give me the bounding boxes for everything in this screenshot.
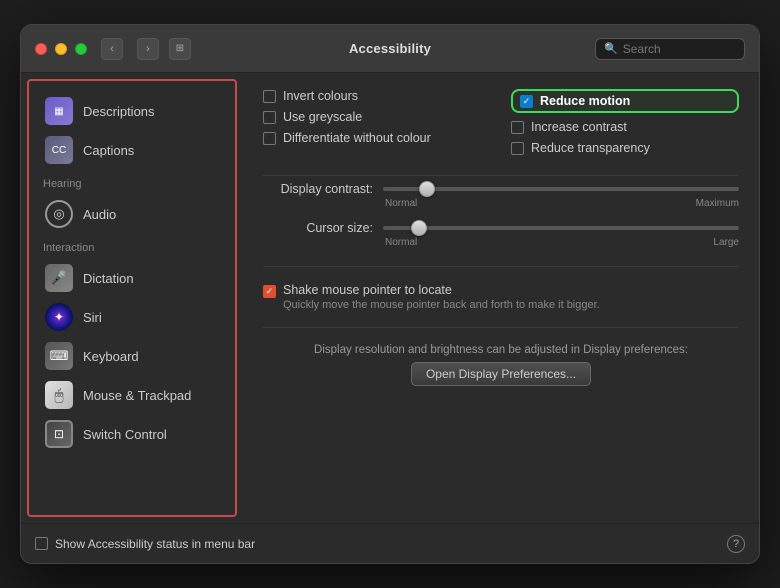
cursor-size-thumb[interactable] — [411, 220, 427, 236]
search-icon: 🔍 — [604, 42, 618, 55]
cursor-size-min: Normal — [385, 237, 417, 248]
sidebar-item-label-audio: Audio — [83, 207, 116, 222]
cursor-size-track — [383, 226, 739, 230]
section-interaction-header: Interaction — [29, 234, 235, 258]
invert-colours-checkbox[interactable] — [263, 90, 276, 103]
increase-contrast-row: Increase contrast — [511, 120, 739, 134]
forward-button[interactable]: › — [137, 38, 159, 60]
sidebar: ▦ Descriptions CC Captions Hearing ◎ Aud… — [27, 79, 237, 517]
invert-colours-row: Invert colours — [263, 89, 491, 103]
use-greyscale-row: Use greyscale — [263, 110, 491, 124]
sidebar-item-siri[interactable]: ✦ Siri — [35, 298, 229, 336]
increase-contrast-label: Increase contrast — [531, 120, 627, 134]
shake-title: Shake mouse pointer to locate — [283, 283, 600, 297]
cursor-size-row: Cursor size: — [263, 221, 739, 235]
minimize-button[interactable] — [55, 43, 67, 55]
cursor-size-section: Cursor size: Normal Large — [263, 221, 739, 248]
reduce-transparency-checkbox[interactable] — [511, 142, 524, 155]
differentiate-without-colour-row: Differentiate without colour — [263, 131, 491, 145]
reduce-motion-row: ✓ Reduce motion — [511, 89, 739, 113]
shake-subtitle: Quickly move the mouse pointer back and … — [283, 299, 600, 311]
sidebar-item-audio[interactable]: ◎ Audio — [35, 195, 229, 233]
back-button[interactable]: ‹ — [101, 38, 123, 60]
use-greyscale-checkbox[interactable] — [263, 111, 276, 124]
sidebar-item-switch-control[interactable]: ⊡ Switch Control — [35, 415, 229, 453]
titlebar: ‹ › ⊞ Accessibility 🔍 — [21, 25, 759, 73]
captions-icon: CC — [45, 136, 73, 164]
show-status-label: Show Accessibility status in menu bar — [55, 537, 255, 551]
display-contrast-row: Display contrast: — [263, 182, 739, 196]
reduce-transparency-row: Reduce transparency — [511, 141, 739, 155]
display-contrast-thumb[interactable] — [419, 181, 435, 197]
search-input[interactable] — [623, 42, 736, 56]
reduce-transparency-label: Reduce transparency — [531, 141, 650, 155]
display-contrast-label: Display contrast: — [263, 182, 373, 196]
cursor-size-max: Large — [713, 237, 739, 248]
reduce-motion-label: Reduce motion — [540, 94, 630, 108]
help-button[interactable]: ? — [727, 535, 745, 553]
shake-mouse-checkbox[interactable]: ✓ — [263, 285, 276, 298]
close-button[interactable] — [35, 43, 47, 55]
reduce-motion-checkbox[interactable]: ✓ — [520, 95, 533, 108]
display-contrast-min: Normal — [385, 198, 417, 209]
show-status-row: Show Accessibility status in menu bar — [35, 537, 255, 551]
use-greyscale-label: Use greyscale — [283, 110, 362, 124]
right-panel: Invert colours Use greyscale Differentia… — [243, 73, 759, 523]
differentiate-label: Differentiate without colour — [283, 131, 431, 145]
audio-icon: ◎ — [45, 200, 73, 228]
dictation-icon: 🎤 — [45, 264, 73, 292]
sidebar-item-label-switch: Switch Control — [83, 427, 167, 442]
divider-1 — [263, 175, 739, 176]
switch-control-icon: ⊡ — [45, 420, 73, 448]
cursor-size-range: Normal Large — [385, 237, 739, 248]
sidebar-item-captions[interactable]: CC Captions — [35, 131, 229, 169]
invert-colours-label: Invert colours — [283, 89, 358, 103]
differentiate-checkbox[interactable] — [263, 132, 276, 145]
display-contrast-track — [383, 187, 739, 191]
sidebar-item-keyboard[interactable]: ⌨ Keyboard — [35, 337, 229, 375]
sidebar-item-label-captions: Captions — [83, 143, 134, 158]
sidebar-item-label-dictation: Dictation — [83, 271, 134, 286]
siri-icon: ✦ — [45, 303, 73, 331]
sidebar-item-label-mouse: Mouse & Trackpad — [83, 388, 191, 403]
shake-text-block: Shake mouse pointer to locate Quickly mo… — [283, 283, 600, 311]
grid-button[interactable]: ⊞ — [169, 38, 191, 60]
display-contrast-section: Display contrast: Normal Maximum — [263, 182, 739, 209]
main-content: ▦ Descriptions CC Captions Hearing ◎ Aud… — [21, 73, 759, 523]
search-box: 🔍 — [595, 38, 745, 60]
sidebar-item-label-siri: Siri — [83, 310, 102, 325]
display-contrast-range: Normal Maximum — [385, 198, 739, 209]
sidebar-item-label-keyboard: Keyboard — [83, 349, 139, 364]
cursor-size-label: Cursor size: — [263, 221, 373, 235]
open-display-preferences-button[interactable]: Open Display Preferences... — [411, 362, 591, 386]
keyboard-icon: ⌨ — [45, 342, 73, 370]
window-title: Accessibility — [349, 41, 431, 56]
display-note: Display resolution and brightness can be… — [263, 344, 739, 356]
show-status-checkbox[interactable] — [35, 537, 48, 550]
shake-mouse-row: ✓ Shake mouse pointer to locate Quickly … — [263, 283, 739, 311]
options-grid: Invert colours Use greyscale Differentia… — [263, 89, 739, 155]
sidebar-item-descriptions[interactable]: ▦ Descriptions — [35, 92, 229, 130]
divider-3 — [263, 327, 739, 328]
bottom-bar: Show Accessibility status in menu bar ? — [21, 523, 759, 563]
main-window: ‹ › ⊞ Accessibility 🔍 ▦ Descriptions CC … — [20, 24, 760, 564]
sidebar-item-label-descriptions: Descriptions — [83, 104, 155, 119]
descriptions-icon: ▦ — [45, 97, 73, 125]
display-contrast-max: Maximum — [696, 198, 739, 209]
mouse-trackpad-icon: 🖱 — [45, 381, 73, 409]
maximize-button[interactable] — [75, 43, 87, 55]
sidebar-item-mouse-trackpad[interactable]: 🖱 Mouse & Trackpad — [35, 376, 229, 414]
divider-2 — [263, 266, 739, 267]
section-hearing-header: Hearing — [29, 170, 235, 194]
increase-contrast-checkbox[interactable] — [511, 121, 524, 134]
sidebar-item-dictation[interactable]: 🎤 Dictation — [35, 259, 229, 297]
